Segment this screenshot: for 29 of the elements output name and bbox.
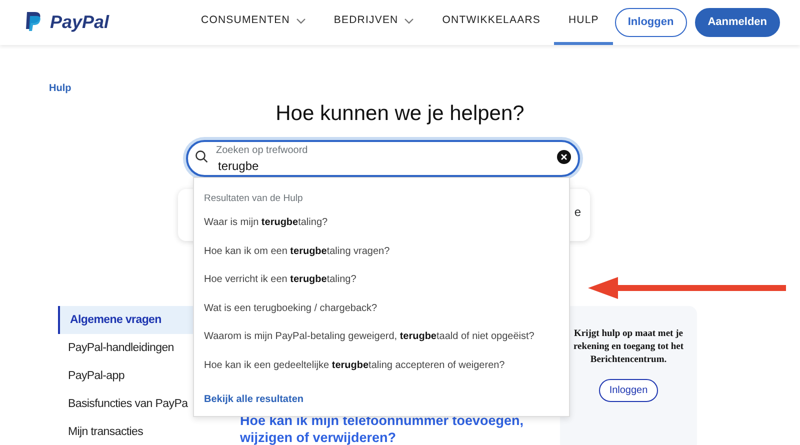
dropdown-heading: Resultaten van de Hulp bbox=[204, 192, 304, 206]
suggestion-link[interactable]: Wat is een terugboeking / chargeback? bbox=[204, 300, 569, 330]
logo-text: PayPal bbox=[50, 11, 110, 34]
sidebar-item[interactable]: Mijn transacties bbox=[58, 418, 193, 445]
nav-tab[interactable]: CONSUMENTEN bbox=[187, 0, 320, 45]
field-label: Zoeken op trefwoord bbox=[216, 144, 308, 158]
login-button[interactable]: Inloggen bbox=[599, 379, 658, 402]
suggestion-link[interactable]: Hoe kan ik een gedeeltelijke terugbetaling accepteren of weigeren? bbox=[204, 358, 569, 386]
sidebar-item[interactable]: PayPal-app bbox=[58, 362, 193, 390]
suggestion-link[interactable]: Hoe verricht ik een terugbetaling? bbox=[204, 272, 569, 301]
search-icon bbox=[195, 150, 208, 164]
card-text: e bbox=[574, 204, 581, 222]
nav-tab[interactable]: BEDRIJVEN bbox=[320, 0, 428, 45]
suggestion-link[interactable]: Waarom is mijn PayPal-betaling geweigerd, terugbetaald of niet opgeëist? bbox=[204, 329, 569, 358]
sidebar-item[interactable]: PayPal-handleidingen bbox=[58, 334, 193, 362]
view-all-link[interactable]: Bekijk alle resultaten bbox=[204, 394, 304, 406]
logo-icon bbox=[24, 12, 42, 34]
sidebar-item[interactable]: Basisfuncties van PayPa bbox=[58, 390, 193, 418]
clear-icon[interactable] bbox=[557, 150, 571, 164]
suggestion-link[interactable]: Waar is mijn terugbetaling? bbox=[204, 215, 569, 244]
signup-button[interactable]: Aanmelden bbox=[694, 8, 780, 37]
card-text: Krijgt hulp op maat met je rekening en toegang tot het Berichtencentrum. bbox=[572, 328, 685, 368]
sidebar-item[interactable]: Algemene vragen bbox=[58, 306, 193, 334]
suggestion-link[interactable]: Hoe kan ik om een terugbetaling vragen? bbox=[204, 244, 569, 272]
nav-tab[interactable]: ONTWIKKELAARS bbox=[428, 0, 554, 45]
breadcrumb-link[interactable]: Hulp bbox=[49, 81, 72, 96]
login-button[interactable]: Inloggen bbox=[614, 8, 687, 37]
page-heading: Hoe kunnen we je helpen? bbox=[274, 101, 526, 126]
nav-tab[interactable]: HULP bbox=[554, 0, 613, 45]
